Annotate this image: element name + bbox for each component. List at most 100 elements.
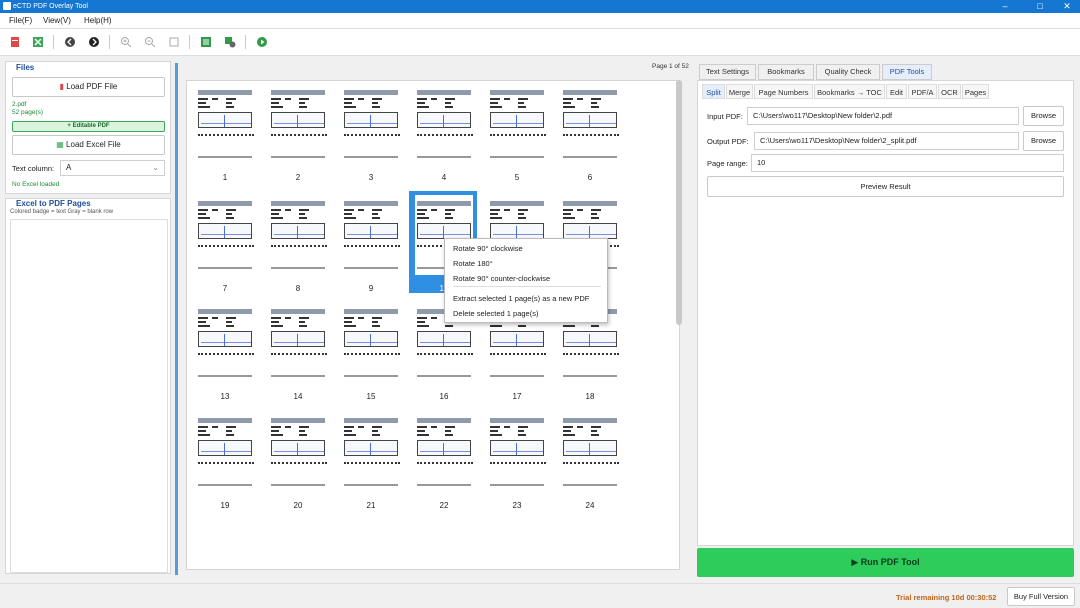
page-range-field[interactable]: 10 (751, 154, 1064, 172)
buy-full-version-button[interactable]: Buy Full Version (1007, 587, 1075, 606)
text-line (344, 430, 352, 432)
menu-help[interactable]: Help(H) (84, 16, 112, 25)
text-line (299, 321, 305, 323)
subtab-pdfa[interactable]: PDF/A (908, 84, 937, 99)
menu-bar: File(F) View(V) Help(H) (0, 13, 1080, 29)
text-line (591, 426, 601, 428)
chevron-down-icon: ⌄ (152, 163, 159, 172)
page-thumbnail[interactable]: 23 (488, 412, 546, 510)
menu-file[interactable]: File(F) (9, 16, 32, 25)
text-line (226, 209, 236, 211)
page-header-bar (271, 309, 325, 314)
load-pdf-button[interactable]: ▮ Load PDF File (12, 77, 165, 97)
text-line (563, 325, 575, 327)
text-line (271, 106, 283, 108)
page-thumbnail[interactable]: 5 (488, 84, 546, 182)
page-thumbnail[interactable]: 4 (415, 84, 473, 182)
editable-pdf-badge: + Editable PDF (12, 121, 165, 132)
settings-icon[interactable] (224, 36, 236, 48)
page-thumbnail[interactable]: 1 (196, 84, 254, 182)
text-line (226, 325, 234, 327)
menu-extract-pages[interactable]: Extract selected 1 page(s) as a new PDF (453, 294, 589, 303)
text-line (198, 321, 206, 323)
page-footer (198, 484, 252, 486)
menu-delete-pages[interactable]: Delete selected 1 page(s) (453, 309, 538, 318)
text-line (417, 106, 429, 108)
text-line (563, 434, 575, 436)
text-line (417, 217, 429, 219)
chart-baseline (566, 342, 616, 343)
pdf-icon[interactable] (9, 36, 21, 48)
page-thumbnail[interactable]: 8 (269, 195, 327, 293)
chart-baseline (493, 234, 543, 235)
subtab-edit[interactable]: Edit (886, 84, 907, 99)
splitter[interactable] (175, 63, 178, 575)
text-line (198, 209, 208, 211)
subtab-merge[interactable]: Merge (726, 84, 753, 99)
subtab-page-numbers[interactable]: Page Numbers (754, 84, 813, 99)
page-thumbnail[interactable]: 20 (269, 412, 327, 510)
excel-pages-list[interactable] (10, 219, 168, 573)
maximize-icon[interactable]: □ (1025, 0, 1055, 13)
page-header-bar (563, 201, 617, 206)
page-thumbnail[interactable]: 9 (342, 195, 400, 293)
page-thumbnail[interactable]: 22 (415, 412, 473, 510)
zoom-out-icon[interactable] (144, 36, 156, 48)
preview-result-button[interactable]: Preview Result (707, 176, 1064, 197)
page-thumbnail[interactable]: 19 (196, 412, 254, 510)
menu-rotate-ccw[interactable]: Rotate 90° counter-clockwise (453, 274, 550, 283)
subtab-pages[interactable]: Pages (962, 84, 989, 99)
tab-quality-check[interactable]: Quality Check (816, 64, 880, 80)
run-pdf-tool-button[interactable]: ▶ Run PDF Tool (697, 548, 1074, 577)
subtab-ocr[interactable]: OCR (938, 84, 961, 99)
text-line (299, 98, 309, 100)
close-icon[interactable]: ✕ (1052, 0, 1080, 13)
list-icon[interactable] (200, 36, 212, 48)
chart-peak (589, 115, 590, 127)
text-line (445, 426, 455, 428)
output-browse-button[interactable]: Browse (1023, 131, 1064, 151)
text-line (299, 426, 309, 428)
page-preview (196, 303, 254, 383)
text-line (518, 102, 524, 104)
text-line (504, 98, 510, 100)
minimize-icon[interactable]: – (990, 0, 1020, 13)
text-column-select[interactable]: A ⌄ (60, 160, 165, 176)
prev-icon[interactable] (64, 36, 76, 48)
zoom-in-icon[interactable] (120, 36, 132, 48)
next-icon[interactable] (88, 36, 100, 48)
subtab-bookmarks-toc[interactable]: Bookmarks → TOC (814, 84, 885, 99)
load-excel-button[interactable]: ▦ Load Excel File (12, 135, 165, 155)
input-pdf-field[interactable]: C:\Users\wo117\Desktop\New folder\2.pdf (747, 107, 1019, 125)
tab-pdf-tools[interactable]: PDF Tools (882, 64, 932, 80)
text-line (299, 430, 305, 432)
page-thumbnail[interactable]: 13 (196, 303, 254, 401)
chart-peak (516, 334, 517, 346)
page-thumbnail[interactable]: 7 (196, 195, 254, 293)
run-icon[interactable] (256, 36, 268, 48)
output-pdf-field[interactable]: C:\Users\wo117\Desktop\New folder\2_spli… (754, 132, 1019, 150)
page-thumbnail[interactable]: 14 (269, 303, 327, 401)
page-chart-preview (198, 440, 252, 456)
page-header-bar (344, 90, 398, 95)
page-thumbnail[interactable]: 24 (561, 412, 619, 510)
input-browse-button[interactable]: Browse (1023, 106, 1064, 126)
vertical-scrollbar[interactable] (676, 80, 682, 325)
text-line (518, 98, 528, 100)
page-thumbnail[interactable]: 21 (342, 412, 400, 510)
tab-bookmarks[interactable]: Bookmarks (758, 64, 814, 80)
tab-text-settings[interactable]: Text Settings (699, 64, 756, 80)
excel-icon[interactable] (32, 36, 44, 48)
page-header-bar (490, 418, 544, 423)
page-thumbnail[interactable]: 15 (342, 303, 400, 401)
subtab-split[interactable]: Split (702, 84, 725, 99)
page-thumbnail[interactable]: 6 (561, 84, 619, 182)
menu-view[interactable]: View(V) (43, 16, 71, 25)
fit-icon[interactable] (168, 36, 180, 48)
page-thumbnail[interactable]: 3 (342, 84, 400, 182)
menu-rotate-180[interactable]: Rotate 180° (453, 259, 493, 268)
menu-rotate-cw[interactable]: Rotate 90° clockwise (453, 244, 523, 253)
text-line (299, 434, 307, 436)
page-thumbnail[interactable]: 2 (269, 84, 327, 182)
text-line (198, 317, 208, 319)
